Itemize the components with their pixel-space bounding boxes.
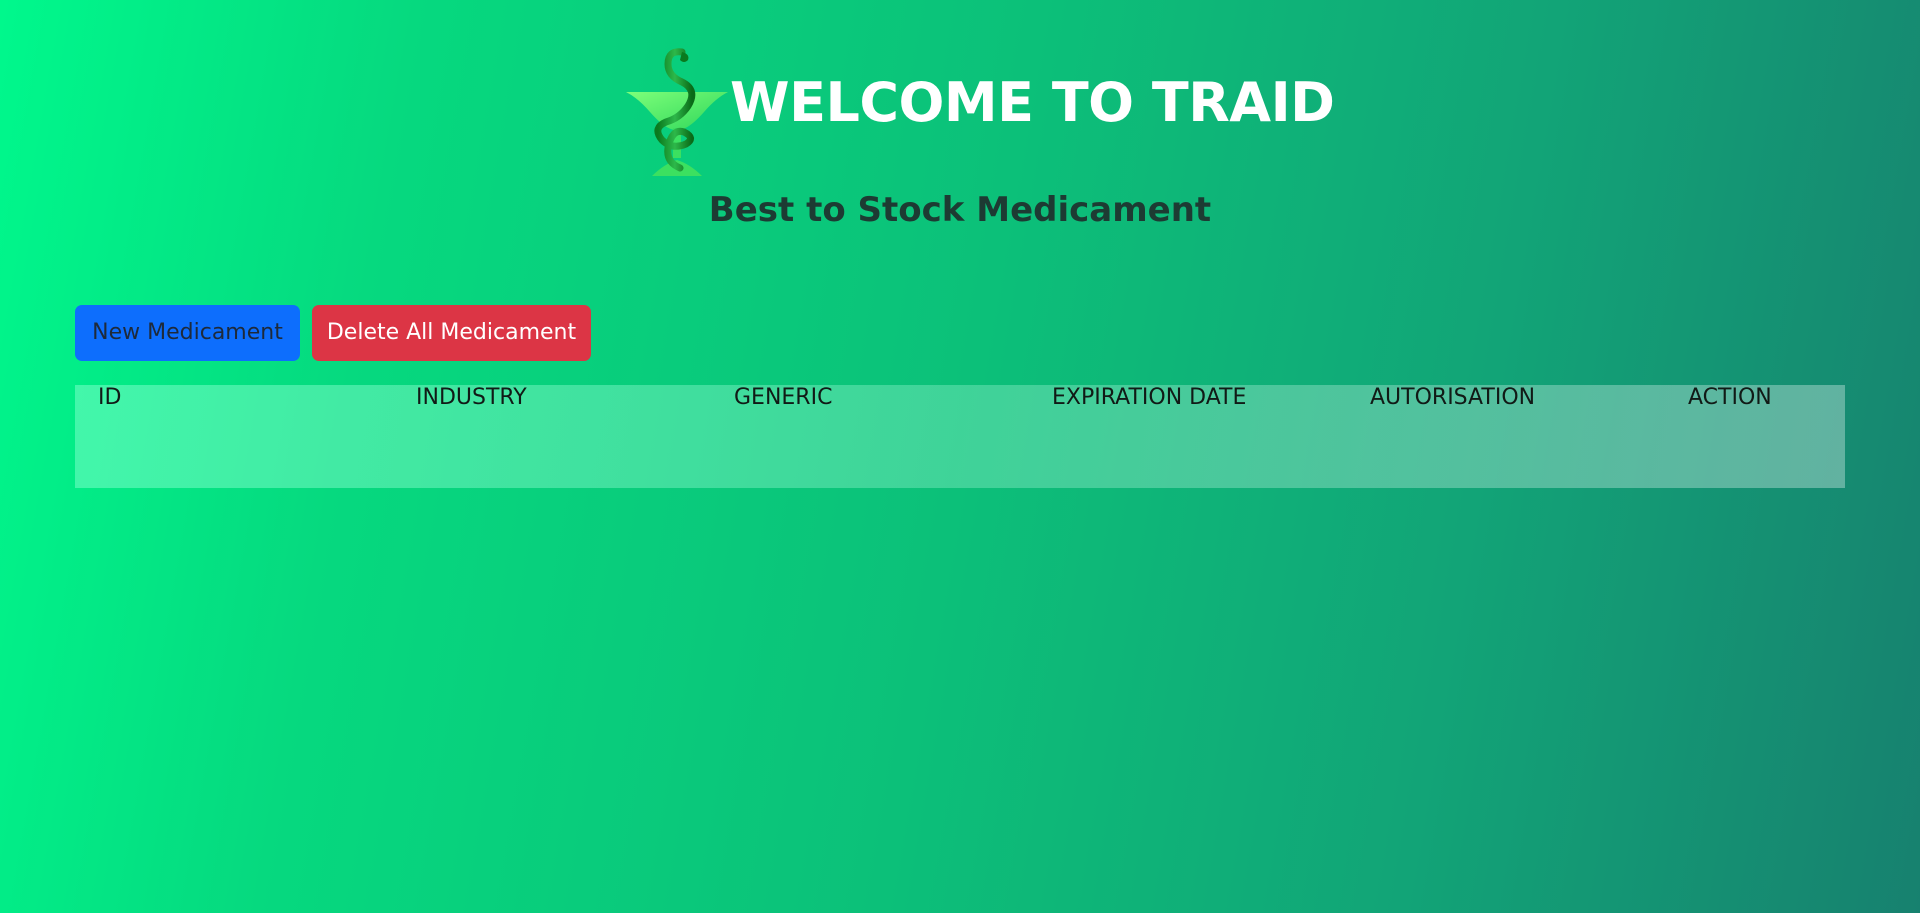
column-header-autorisation: AUTORISATION <box>1370 385 1536 410</box>
delete-all-medicament-button[interactable]: Delete All Medicament <box>312 305 591 361</box>
new-medicament-button[interactable]: New Medicament <box>75 305 300 361</box>
column-header-action: ACTION <box>1688 385 1772 410</box>
bowl-of-hygieia-icon <box>626 48 728 176</box>
column-header-industry: INDUSTRY <box>416 385 527 410</box>
column-header-id: ID <box>98 385 122 410</box>
page-header: WELCOME TO TRAID <box>0 48 1920 178</box>
page-subtitle: Best to Stock Medicament <box>708 190 1212 230</box>
column-header-expiration-date: EXPIRATION DATE <box>1052 385 1247 410</box>
table-body <box>75 410 1845 488</box>
table-header-row: ID INDUSTRY GENERIC EXPIRATION DATE AUTO… <box>75 385 1845 410</box>
page-title: WELCOME TO TRAID <box>730 71 1335 134</box>
medicament-table: ID INDUSTRY GENERIC EXPIRATION DATE AUTO… <box>75 385 1845 488</box>
column-header-generic: GENERIC <box>734 385 833 410</box>
